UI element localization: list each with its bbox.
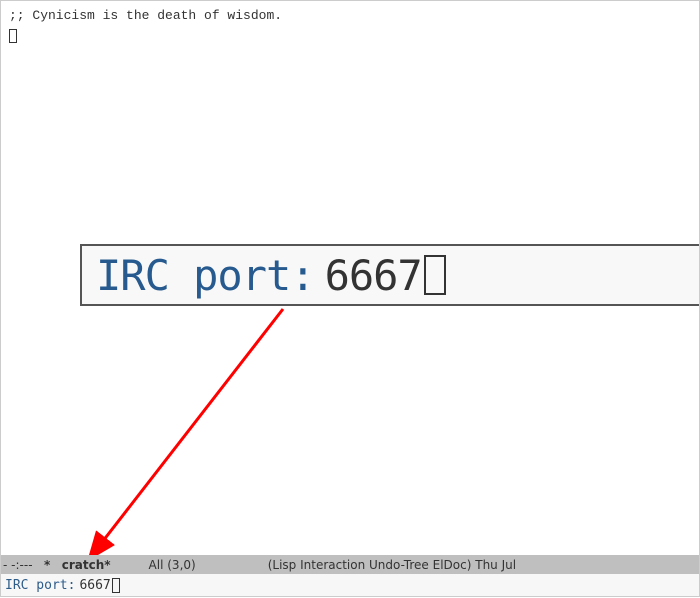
minibuffer[interactable]: IRC port: 6667 <box>1 574 699 596</box>
mode-line-buffer-prefix: * <box>44 558 50 572</box>
magnified-prompt: IRC port: <box>96 251 315 300</box>
mode-line: - -:--- * cratch* All (3,0) (Lisp Intera… <box>1 555 699 574</box>
minibuffer-prompt: IRC port: <box>5 578 75 593</box>
text-cursor <box>9 29 17 43</box>
mode-line-modified: -:--- <box>11 558 32 572</box>
mode-line-linecol: (3,0) <box>167 558 195 572</box>
mode-line-coding: - <box>3 558 7 572</box>
minibuffer-input[interactable]: 6667 <box>79 578 110 593</box>
magnified-value: 6667 <box>325 251 422 300</box>
mode-line-datetime: Thu Jul <box>475 558 516 572</box>
scratch-buffer[interactable]: ;; Cynicism is the death of wisdom. <box>1 1 699 51</box>
mode-line-modes: (Lisp Interaction Undo-Tree ElDoc) <box>268 558 472 572</box>
magnified-minibuffer: IRC port: 6667 <box>80 244 699 306</box>
magnified-cursor <box>424 255 446 295</box>
mode-line-position: All <box>149 558 164 572</box>
mode-line-buffer-name: cratch* <box>62 558 111 572</box>
scratch-comment: ;; Cynicism is the death of wisdom. <box>9 8 282 23</box>
minibuffer-cursor <box>112 578 120 593</box>
